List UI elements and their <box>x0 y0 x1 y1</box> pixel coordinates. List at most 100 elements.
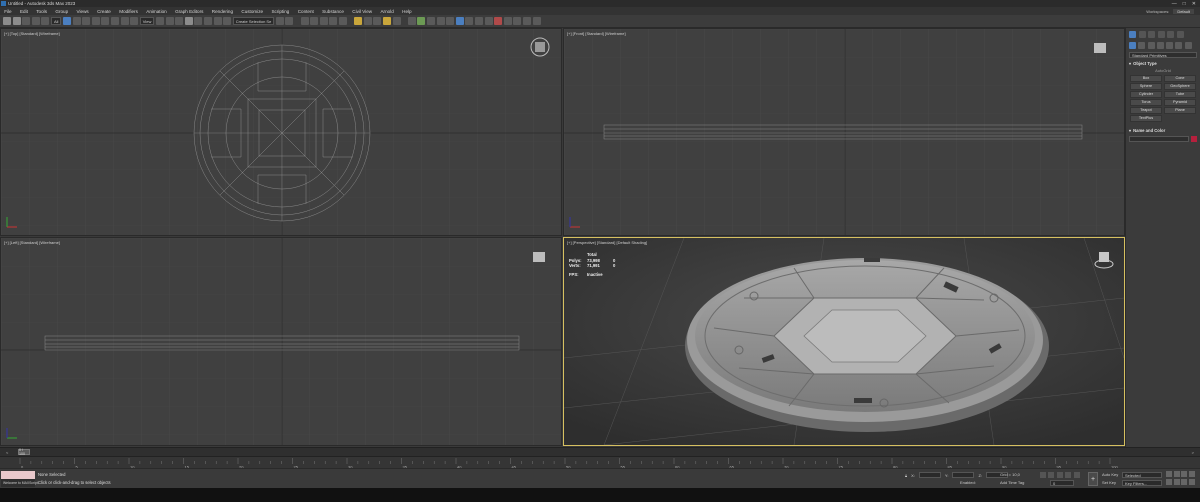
textplus-button[interactable]: TextPlus <box>1130 115 1162 122</box>
primitive-category-dropdown[interactable]: Standard Primitives <box>1129 52 1197 58</box>
prev-frame-icon[interactable]: < <box>6 450 8 455</box>
menu-content[interactable]: Content <box>294 9 318 14</box>
motion-tab-icon[interactable] <box>1157 31 1165 38</box>
snaps-toggle-icon[interactable] <box>184 17 193 25</box>
viewport-front-label[interactable]: [+] [Front] [Standard] [Wireframe] <box>567 31 626 36</box>
unlink-icon[interactable] <box>31 17 40 25</box>
create-tab-icon[interactable] <box>1129 31 1136 38</box>
go-to-end-icon[interactable] <box>1073 472 1080 478</box>
zoom-extents-all-icon[interactable] <box>1188 471 1195 477</box>
link-icon[interactable] <box>22 17 31 25</box>
toggle-scene-explorer-icon[interactable] <box>300 17 309 25</box>
select-rotate-icon[interactable] <box>110 17 119 25</box>
select-place-icon[interactable] <box>130 17 139 25</box>
go-to-start-icon[interactable] <box>1040 472 1046 478</box>
name-and-color-rollout[interactable]: ▾ Name and Color <box>1129 128 1197 134</box>
menu-animation[interactable]: Animation <box>142 9 171 14</box>
cylinder-button[interactable]: Cylinder <box>1130 91 1162 98</box>
maxscript-input[interactable] <box>1 471 35 479</box>
menu-customize[interactable]: Customize <box>237 9 267 14</box>
key-selection-dropdown[interactable]: Selected <box>1122 472 1162 478</box>
helpers-icon[interactable] <box>1166 42 1174 49</box>
teapot-button[interactable]: Teapot <box>1130 107 1162 114</box>
manipulate-icon[interactable] <box>165 17 174 25</box>
shapes-icon[interactable] <box>1138 42 1146 49</box>
menu-scripting[interactable]: Scripting <box>267 9 293 14</box>
time-slider-thumb[interactable]: 0 / 100 <box>18 448 30 456</box>
substance-icon[interactable] <box>436 17 445 25</box>
menu-file[interactable]: File <box>0 9 16 14</box>
schematic-view-icon[interactable] <box>339 17 348 25</box>
scene-converter-icon[interactable] <box>455 17 464 25</box>
selection-lock-icon[interactable] <box>474 17 483 25</box>
asset-tracking-icon[interactable] <box>522 17 531 25</box>
menu-arnold[interactable]: Arnold <box>376 9 398 14</box>
space-warps-icon[interactable] <box>1175 42 1183 49</box>
time-slider-bar[interactable]: 0 / 100 < > <box>0 447 1200 456</box>
select-by-name-icon[interactable] <box>72 17 81 25</box>
field-of-view-icon[interactable] <box>1166 478 1172 485</box>
menu-edit[interactable]: Edit <box>16 9 32 14</box>
maximize-button[interactable]: □ <box>1183 1 1186 7</box>
track-bar[interactable]: 0 5 10 15 20 25 30 35 40 45 50 55 60 65 70 75 80 85 90 95 10… <box>0 456 1200 470</box>
menu-rendering[interactable]: Rendering <box>208 9 238 14</box>
reference-coordinate-dropdown[interactable]: View <box>139 17 155 25</box>
systems-icon[interactable] <box>1184 42 1192 49</box>
undo-icon[interactable] <box>3 17 11 25</box>
menu-create[interactable]: Create <box>93 9 115 14</box>
menu-graph-editors[interactable]: Graph Editors <box>171 9 208 14</box>
viewport-left-label[interactable]: [+] [Left] [Standard] [Wireframe] <box>4 240 60 245</box>
batch-render-icon[interactable] <box>503 17 512 25</box>
select-object-icon[interactable] <box>63 17 72 25</box>
object-color-swatch[interactable] <box>1191 135 1197 142</box>
next-frame-icon[interactable]: > <box>1192 450 1194 455</box>
arnold-light-icon[interactable] <box>417 17 426 25</box>
modify-tab-icon[interactable] <box>1138 31 1146 38</box>
viewcube-icon[interactable] <box>1094 248 1114 270</box>
pivot-center-icon[interactable] <box>155 17 164 25</box>
maxscript-listener[interactable]: Welcome to MAXScript. <box>1 471 39 487</box>
key-filters-button[interactable]: Key Filters... <box>1122 480 1162 486</box>
arnold-render-view-icon[interactable] <box>407 17 416 25</box>
angle-snap-icon[interactable] <box>194 17 203 25</box>
project-folder-icon[interactable] <box>532 17 541 25</box>
hierarchy-tab-icon[interactable] <box>1148 31 1155 38</box>
set-key-button[interactable]: Set Key <box>1102 480 1116 485</box>
zoom-extents-icon[interactable] <box>1181 471 1187 477</box>
torus-button[interactable]: Torus <box>1130 99 1162 106</box>
next-frame-icon[interactable] <box>1065 472 1072 478</box>
play-icon[interactable] <box>1056 472 1063 478</box>
object-type-rollout[interactable]: ▾ Object Type <box>1129 60 1197 66</box>
utilities-tab-icon[interactable] <box>1176 31 1184 38</box>
arnold-ipr-icon[interactable] <box>426 17 435 25</box>
menu-civil-view[interactable]: Civil View <box>348 9 376 14</box>
viewport-perspective-label[interactable]: [+] [Perspective] [Standard] [Default Sh… <box>567 240 647 245</box>
render-in-cloud-icon[interactable] <box>392 17 401 25</box>
align-icon[interactable] <box>285 17 294 25</box>
mirror-icon[interactable] <box>275 17 284 25</box>
rectangular-selection-icon[interactable] <box>82 17 91 25</box>
render-to-texture-icon[interactable] <box>494 17 503 25</box>
orbit-icon[interactable] <box>1181 478 1187 485</box>
render-production-icon[interactable] <box>383 17 392 25</box>
box-button[interactable]: Box <box>1130 75 1162 82</box>
menu-modifiers[interactable]: Modifiers <box>115 9 142 14</box>
select-scale-icon[interactable] <box>120 17 129 25</box>
viewcube-icon[interactable] <box>1092 41 1108 55</box>
menu-help[interactable]: Help <box>398 9 416 14</box>
viewport-top[interactable]: [+] [Top] [Standard] [Wireframe] <box>0 28 562 236</box>
minimize-button[interactable]: — <box>1172 1 1177 7</box>
spinner-snap-icon[interactable] <box>213 17 222 25</box>
close-button[interactable]: ✕ <box>1192 1 1196 7</box>
add-time-tag[interactable]: Add Time Tag <box>1000 480 1024 485</box>
previous-frame-icon[interactable] <box>1048 472 1055 478</box>
lock-icon[interactable]: 🔒︎ <box>905 473 907 478</box>
viewport-left[interactable]: [+] [Left] [Standard] [Wireframe] <box>0 237 562 446</box>
material-editor-icon[interactable] <box>354 17 363 25</box>
y-field[interactable] <box>952 472 975 478</box>
menu-tools[interactable]: Tools <box>32 9 51 14</box>
autogrid-checkbox[interactable]: AutoGrid <box>1126 68 1200 73</box>
render-setup-icon[interactable] <box>363 17 372 25</box>
toggle-ribbon-icon[interactable] <box>319 17 328 25</box>
menu-views[interactable]: Views <box>72 9 93 14</box>
